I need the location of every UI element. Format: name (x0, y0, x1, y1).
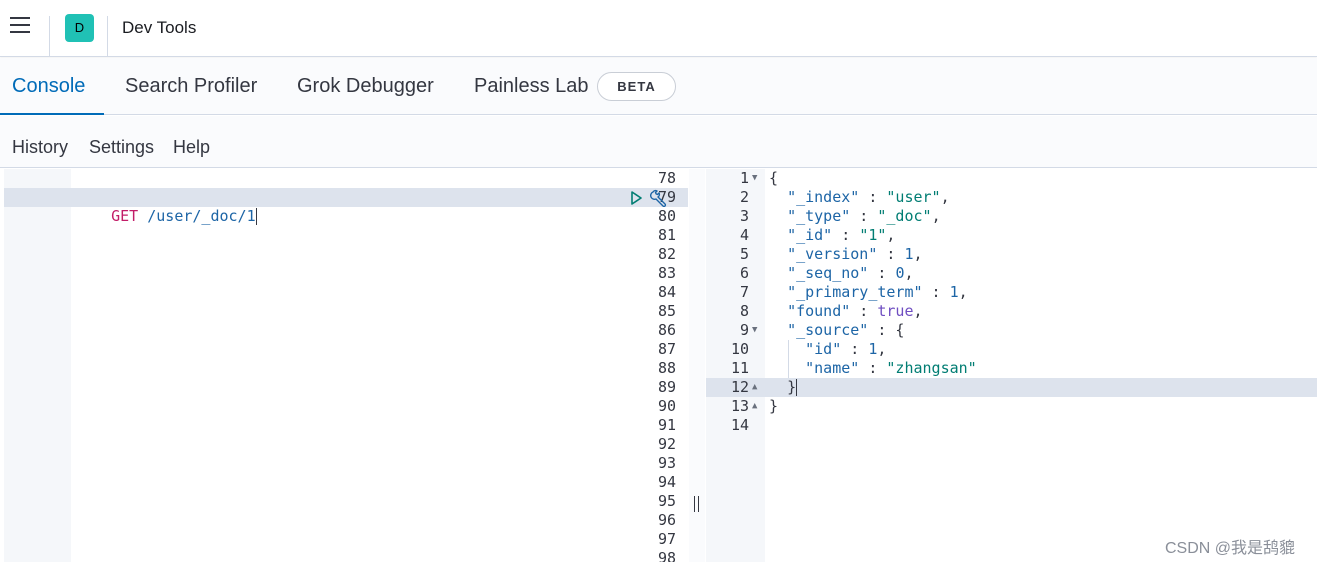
line-number: 90 (657, 397, 676, 415)
line-number: 7 (739, 283, 749, 301)
console-menu: History Settings Help (0, 116, 1317, 168)
hamburger-menu-icon[interactable] (10, 17, 32, 39)
play-icon[interactable] (628, 190, 644, 206)
settings-link[interactable]: Settings (89, 137, 154, 158)
line-number: 5 (739, 245, 749, 263)
line-number: 11 (730, 359, 749, 377)
line-number: 78 (657, 169, 676, 187)
active-tab-indicator (0, 113, 104, 115)
line-number: 14 (730, 416, 749, 434)
json-line: "_seq_no" : 0, (787, 264, 914, 282)
line-number: 98 (657, 549, 676, 562)
line-number: 88 (657, 359, 676, 377)
header-divider (107, 16, 108, 56)
beta-badge: BETA (597, 72, 676, 101)
line-number: 93 (657, 454, 676, 472)
tab-console[interactable]: Console (12, 75, 85, 98)
app-title: Dev Tools (122, 18, 197, 37)
json-line: { (769, 169, 779, 187)
json-line: } (769, 397, 779, 415)
text-cursor (255, 208, 257, 225)
tab-grok-debugger[interactable]: Grok Debugger (297, 75, 434, 98)
line-number: 83 (657, 264, 676, 282)
help-link[interactable]: Help (173, 137, 210, 158)
line-number: 86 (657, 321, 676, 339)
space-avatar[interactable]: D (65, 14, 94, 42)
line-number: 84 (657, 283, 676, 301)
line-number: 13 (730, 397, 749, 415)
pane-resizer[interactable] (689, 169, 705, 562)
json-line: "_index" : "user", (787, 188, 950, 206)
tab-search-profiler[interactable]: Search Profiler (125, 75, 257, 98)
unfold-arrow-icon[interactable]: ▲ (752, 378, 757, 397)
line-number: 96 (657, 511, 676, 529)
watermark: CSDN @我是鸹貔 (1165, 540, 1296, 557)
line-number: 89 (657, 378, 676, 396)
json-line: "name" : "zhangsan" (805, 359, 977, 377)
json-line: "_version" : 1, (787, 245, 923, 263)
line-number: 1 (739, 169, 749, 187)
history-link[interactable]: History (12, 137, 68, 158)
wrench-icon[interactable] (650, 189, 670, 207)
json-line: "_type" : "_doc", (787, 207, 941, 225)
fold-arrow-icon[interactable]: ▼ (752, 169, 757, 188)
json-line: "_primary_term" : 1, (787, 283, 968, 301)
line-number: 82 (657, 245, 676, 263)
line-number: 80 (657, 207, 676, 225)
line-number: 3 (739, 207, 749, 225)
line-number: 81 (657, 226, 676, 244)
line-number: 91 (657, 416, 676, 434)
line-number: 4 (739, 226, 749, 244)
line-number: 6 (739, 264, 749, 282)
response-editor[interactable]: 1 2 3 4 5 6 7 8 9 10 11 12 13 14 ▼ ▼ ▲ ▲ { "_index" :… (706, 169, 1317, 562)
request-line[interactable]: GET /user/_doc/1 (75, 188, 257, 225)
line-number: 92 (657, 435, 676, 453)
json-line: } (787, 378, 798, 396)
line-number: 8 (739, 302, 749, 320)
json-line: "_id" : "1", (787, 226, 896, 244)
json-line: "_source" : { (787, 321, 905, 339)
request-editor[interactable]: 78 79 80 81 82 83 84 85 86 87 88 89 90 91 92 93 94 95 96 97… (4, 169, 688, 562)
unfold-arrow-icon[interactable]: ▲ (752, 397, 757, 416)
line-number: 2 (739, 188, 749, 206)
line-number: 10 (730, 340, 749, 358)
top-header: D Dev Tools (0, 0, 1317, 57)
resizer-grip-icon[interactable] (694, 496, 700, 512)
text-cursor (796, 379, 798, 396)
fold-arrow-icon[interactable]: ▼ (752, 321, 757, 340)
request-path: /user/_doc/1 (147, 207, 256, 225)
header-divider (49, 16, 50, 56)
tab-painless-lab[interactable]: Painless Lab (474, 75, 589, 98)
line-number: 95 (657, 492, 676, 510)
line-number: 85 (657, 302, 676, 320)
line-number: 97 (657, 530, 676, 548)
request-gutter (4, 169, 71, 562)
line-number: 94 (657, 473, 676, 491)
line-number: 87 (657, 340, 676, 358)
json-line: "found" : true, (787, 302, 923, 320)
active-line-highlight (706, 378, 1317, 397)
json-line: "id" : 1, (805, 340, 887, 358)
request-method: GET (111, 207, 139, 225)
line-number: 12 (730, 378, 749, 396)
line-number: 9 (739, 321, 749, 339)
dev-tools-tabs: Console Search Profiler Grok Debugger Pa… (0, 58, 1317, 115)
